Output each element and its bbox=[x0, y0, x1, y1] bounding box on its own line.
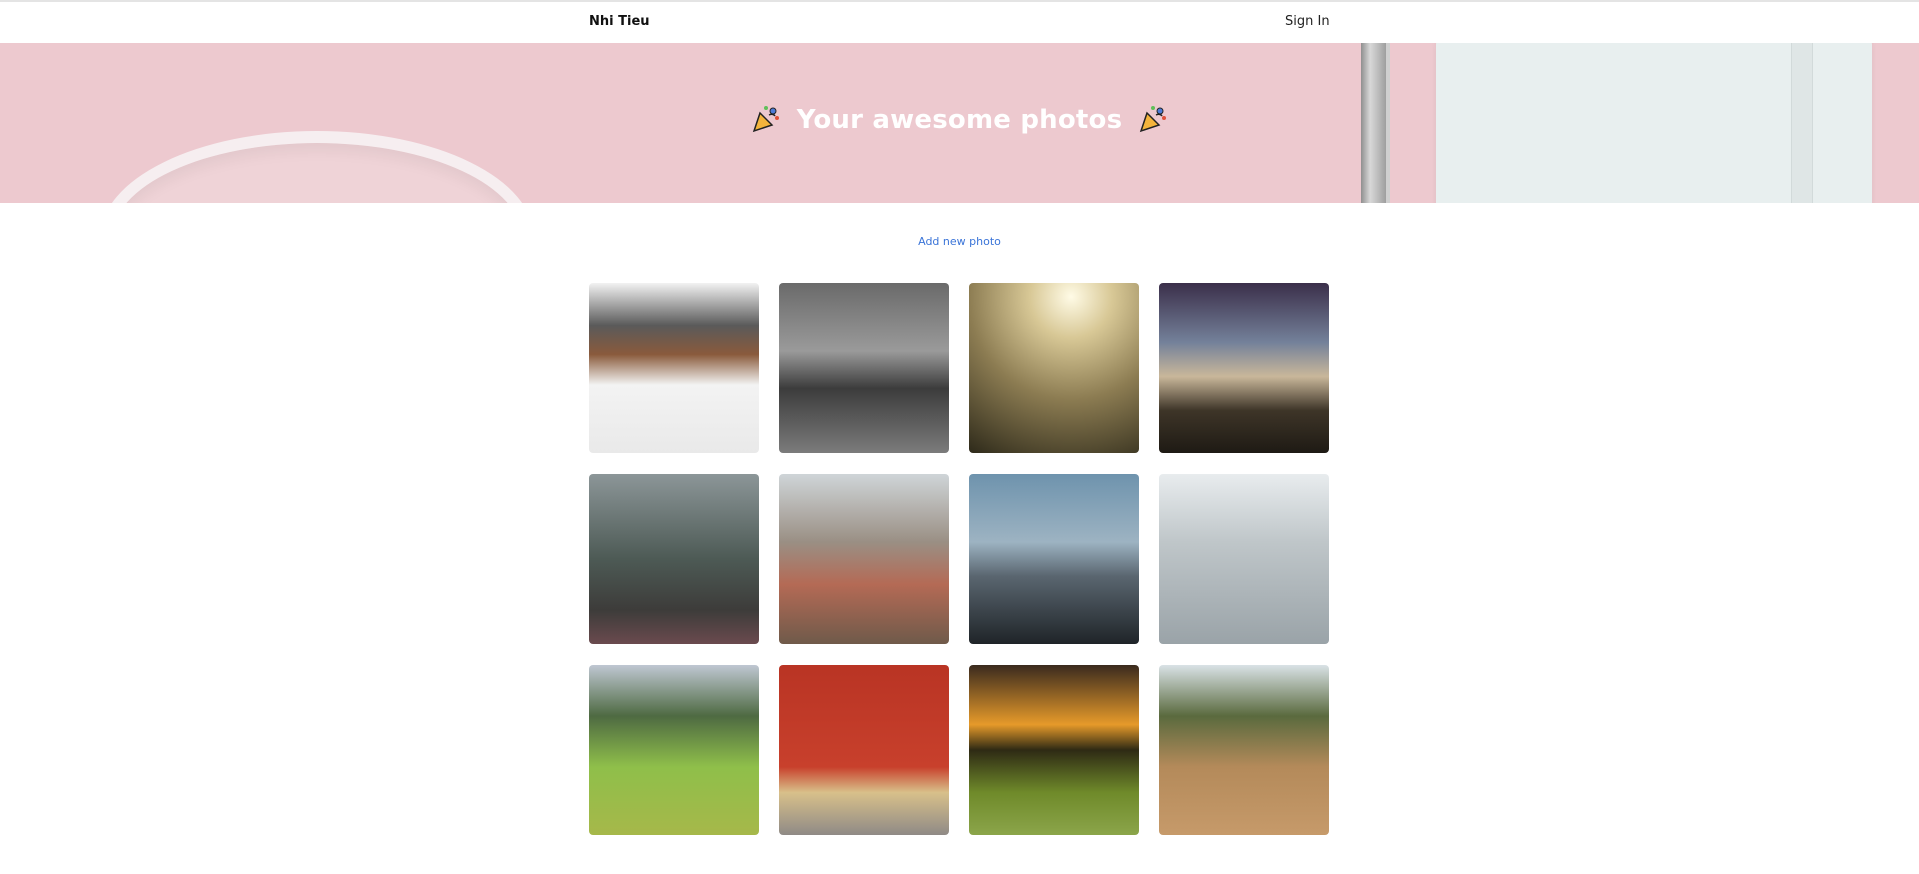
photo-card[interactable] bbox=[969, 665, 1139, 835]
brand-name[interactable]: Nhi Tieu bbox=[589, 14, 650, 29]
photo-card[interactable] bbox=[969, 283, 1139, 453]
hero-title: Your awesome photos bbox=[0, 104, 1919, 141]
hero-decoration-cup bbox=[100, 131, 534, 203]
photo-card[interactable] bbox=[1159, 665, 1329, 835]
photo-card[interactable] bbox=[779, 474, 949, 644]
photo-card[interactable] bbox=[779, 665, 949, 835]
party-popper-icon bbox=[1138, 104, 1168, 141]
sign-in-link[interactable]: Sign In bbox=[1285, 14, 1330, 29]
photo-gallery bbox=[589, 283, 1329, 835]
photo-card[interactable] bbox=[1159, 474, 1329, 644]
photo-card[interactable] bbox=[589, 474, 759, 644]
photo-card[interactable] bbox=[779, 283, 949, 453]
photo-card[interactable] bbox=[589, 283, 759, 453]
party-popper-icon bbox=[751, 104, 781, 141]
add-new-photo-link[interactable]: Add new photo bbox=[0, 235, 1919, 248]
navbar: Nhi Tieu Sign In bbox=[0, 2, 1919, 43]
hero-banner: Your awesome photos bbox=[0, 43, 1919, 203]
photo-card[interactable] bbox=[1159, 283, 1329, 453]
photo-card[interactable] bbox=[589, 665, 759, 835]
photo-card[interactable] bbox=[969, 474, 1139, 644]
hero-title-text: Your awesome photos bbox=[796, 105, 1123, 135]
